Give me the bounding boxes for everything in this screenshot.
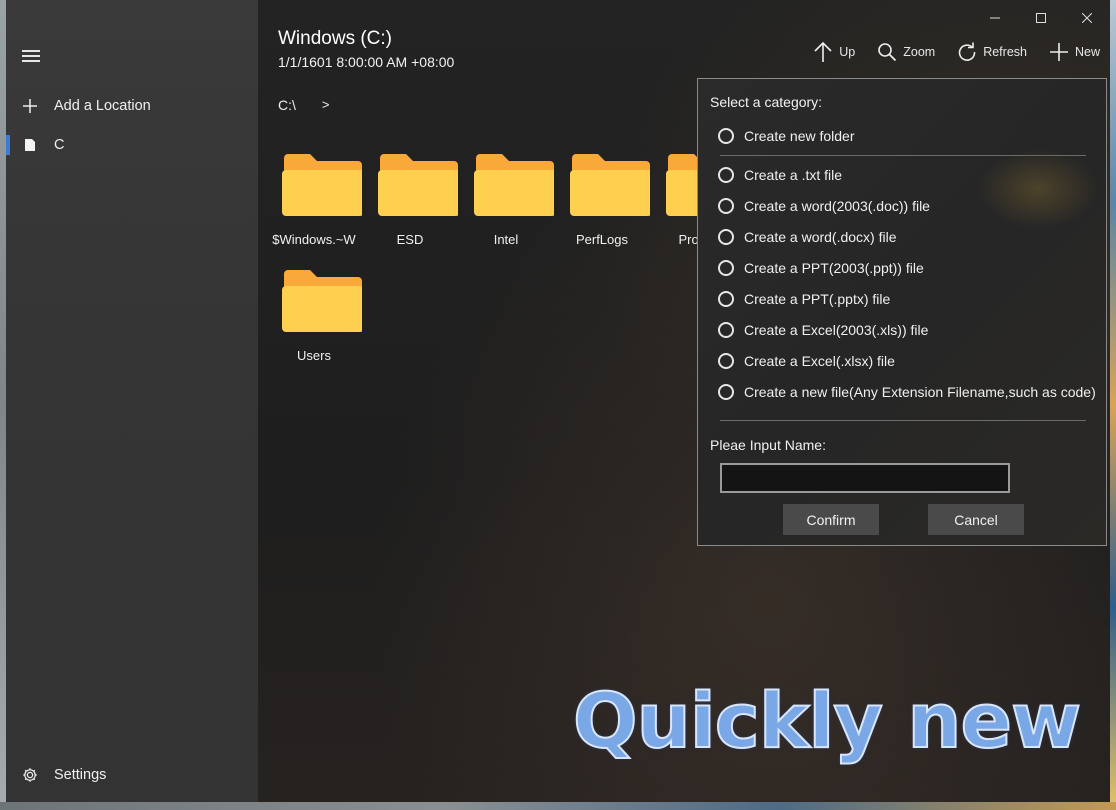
sidebar: Add a Location C Settings (6, 0, 258, 802)
page-title: Windows (C:) (278, 28, 393, 49)
page-subtitle: 1/1/1601 8:00:00 AM +08:00 (278, 54, 455, 70)
folder-name: Users (297, 348, 331, 363)
name-input[interactable] (720, 463, 1010, 493)
option-txt[interactable]: Create a .txt file (718, 162, 842, 188)
plus-icon (6, 98, 54, 114)
radio-button[interactable] (718, 229, 734, 245)
breadcrumb-item[interactable]: C:\ (278, 97, 296, 113)
breadcrumb-separator[interactable]: > (322, 97, 330, 113)
folder-tile[interactable]: Users (266, 264, 362, 374)
desktop-background-right (1110, 0, 1116, 810)
radio-button[interactable] (718, 167, 734, 183)
radio-button[interactable] (718, 198, 734, 214)
maximize-icon (1036, 13, 1046, 23)
desktop-background-bottom (0, 802, 1116, 810)
option-label: Create a word(2003(.doc)) file (744, 198, 930, 214)
add-location-button[interactable]: Add a Location (6, 88, 258, 124)
option-new-folder[interactable]: Create new folder (718, 123, 855, 149)
minimize-icon (990, 17, 1000, 19)
radio-button[interactable] (718, 353, 734, 369)
selection-indicator (6, 135, 10, 155)
radio-button[interactable] (718, 260, 734, 276)
sidebar-item-c[interactable]: C (6, 127, 258, 163)
confirm-button[interactable]: Confirm (783, 504, 879, 535)
option-custom-file[interactable]: Create a new file(Any Extension Filename… (718, 379, 1096, 405)
option-ppt[interactable]: Create a PPT(2003(.ppt)) file (718, 255, 924, 281)
dialog-glow (978, 149, 1098, 229)
window-controls (972, 8, 1110, 28)
minimize-button[interactable] (972, 8, 1018, 28)
toolbar: Up Zoom Refresh New (813, 38, 1110, 66)
radio-button[interactable] (718, 384, 734, 400)
folder-icon (378, 154, 458, 216)
option-label: Create a Excel(.xlsx) file (744, 353, 895, 369)
folder-name: Intel (493, 232, 519, 247)
new-button[interactable]: New (1049, 42, 1100, 62)
option-label: Create new folder (744, 128, 855, 144)
folder-tile[interactable]: ESD (362, 148, 458, 258)
zoom-label: Zoom (903, 45, 936, 59)
new-item-dialog: Select a category: Create new folder Cre… (697, 78, 1107, 546)
option-xls[interactable]: Create a Excel(2003(.xls)) file (718, 317, 928, 343)
cancel-button[interactable]: Cancel (928, 504, 1024, 535)
option-label: Create a PPT(.pptx) file (744, 291, 891, 307)
refresh-button[interactable]: Refresh (957, 42, 1027, 62)
option-docx[interactable]: Create a word(.docx) file (718, 224, 897, 250)
radio-button[interactable] (718, 322, 734, 338)
folder-tile[interactable]: PerfLogs (554, 148, 650, 258)
close-button[interactable] (1064, 8, 1110, 28)
settings-label: Settings (54, 767, 107, 783)
breadcrumb: C:\ > (278, 97, 329, 113)
dialog-heading: Select a category: (710, 94, 823, 110)
divider (720, 420, 1086, 421)
add-location-label: Add a Location (54, 98, 151, 114)
folder-tile[interactable]: $Windows.~W (266, 148, 362, 258)
folder-name: PerfLogs (575, 232, 629, 247)
settings-button[interactable]: Settings (6, 757, 258, 793)
folder-icon (570, 154, 650, 216)
up-button[interactable]: Up (813, 41, 855, 63)
radio-button[interactable] (718, 291, 734, 307)
option-xlsx[interactable]: Create a Excel(.xlsx) file (718, 348, 895, 374)
close-icon (1082, 13, 1092, 23)
option-doc[interactable]: Create a word(2003(.doc)) file (718, 193, 930, 219)
arrow-up-icon (814, 41, 832, 62)
folder-name: $Windows.~W (272, 232, 356, 247)
hamburger-icon[interactable] (22, 50, 40, 64)
maximize-button[interactable] (1018, 8, 1064, 28)
option-label: Create a .txt file (744, 167, 843, 183)
folder-name: ESD (396, 232, 424, 247)
up-label: Up (839, 45, 856, 59)
folder-icon (282, 270, 362, 332)
option-label: Create a PPT(2003(.ppt)) file (744, 260, 924, 276)
refresh-label: Refresh (983, 45, 1027, 59)
option-pptx[interactable]: Create a PPT(.pptx) file (718, 286, 890, 312)
drive-icon (6, 138, 54, 152)
divider (720, 155, 1086, 156)
folder-icon (282, 154, 362, 216)
refresh-icon (958, 42, 976, 61)
sidebar-item-label: C (54, 137, 65, 153)
name-input-label: Pleae Input Name: (710, 437, 826, 453)
option-label: Create a Excel(2003(.xls)) file (744, 322, 929, 338)
search-icon (878, 43, 897, 62)
option-label: Create a word(.docx) file (744, 229, 897, 245)
caption-overlay: Quickly new (572, 675, 1082, 766)
zoom-button[interactable]: Zoom (877, 42, 935, 62)
folder-icon (474, 154, 554, 216)
radio-button[interactable] (718, 128, 734, 144)
new-label: New (1074, 45, 1100, 59)
folder-tile[interactable]: Intel (458, 148, 554, 258)
plus-icon (1049, 43, 1068, 61)
gear-icon (6, 767, 54, 783)
option-label: Create a new file(Any Extension Filename… (744, 384, 1096, 400)
